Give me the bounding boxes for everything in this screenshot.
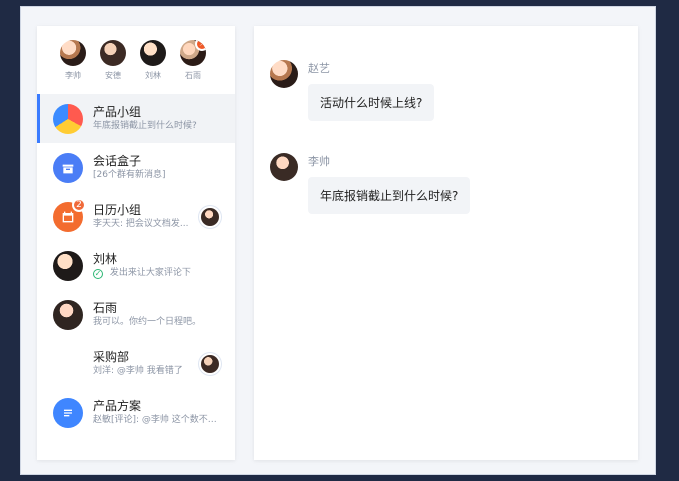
quick-contact-name: 安德 [105,71,121,80]
quick-contact[interactable]: 李帅 [57,40,89,80]
quick-contact[interactable]: 安德 [97,40,129,80]
avatar [270,60,298,88]
conversation-subtitle: [26个群有新消息] [93,170,166,180]
conversation-title: 刘林 [93,252,118,266]
conversation-item[interactable]: 产品小组 年底报销截止到什么时候? [37,94,235,143]
conversation-item[interactable]: 采购部 刘洋: @李帅 我看错了 [37,339,235,388]
conversation-subtitle: 赵敏[评论]: @李帅 这个数不对吧 [93,415,219,425]
quick-contact[interactable]: ⚡ 石雨 [177,40,209,80]
quick-contact-name: 李帅 [65,71,81,80]
right-rail [657,0,679,481]
avatar [140,40,166,66]
avatar [60,40,86,66]
conversation-title: 会话盒子 [93,154,142,168]
conversation-subtitle-text: 发出来让大家评论下 [109,268,191,278]
app-frame: 李帅 安德 刘林 ⚡ 石雨 产品小组 年底报销截止到什么时候? 会话盒子 [26… [20,6,656,475]
conversation-meta: 产品小组 年底报销截止到什么时候? [93,105,219,132]
conversation-subtitle: 李天天: 把会议文档发... [93,219,189,229]
sidebar: 李帅 安德 刘林 ⚡ 石雨 产品小组 年底报销截止到什么时候? 会话盒子 [26… [37,26,235,460]
conversation-title: 产品小组 [93,105,142,119]
document-icon [53,397,83,428]
conversation-meta: 产品方案 赵敏[评论]: @李帅 这个数不对吧 [93,399,219,426]
conversation-subtitle: ✓ 发出来让大家评论下 [93,267,219,279]
conversation-list: 产品小组 年底报销截止到什么时候? 会话盒子 [26个群有新消息] 2 日历小组… [37,94,235,437]
message-bubble: 年底报销截止到什么时候? [308,177,471,214]
conversation-title: 石雨 [93,301,118,315]
conversation-subtitle: 年底报销截止到什么时候? [93,121,197,131]
chat-panel: 赵艺 活动什么时候上线? 李帅 年底报销截止到什么时候? [254,26,638,460]
conversation-title: 日历小组 [93,203,142,217]
mini-avatar [201,207,219,226]
conversation-meta: 石雨 我可以。你约一个日程吧。 [93,301,219,328]
conversation-subtitle: 刘洋: @李帅 我看错了 [93,366,183,376]
chat-message: 李帅 年底报销截止到什么时候? [270,153,471,214]
message-sender: 李帅 [308,155,330,168]
unread-count-badge: 2 [72,197,86,212]
conversation-subtitle: 我可以。你约一个日程吧。 [93,317,202,327]
quick-contacts: 李帅 安德 刘林 ⚡ 石雨 [37,26,235,94]
avatar [100,40,126,66]
conversation-title: 采购部 [93,350,130,364]
conversation-meta: 采购部 刘洋: @李帅 我看错了 [93,350,191,377]
quick-contact[interactable]: 刘林 [137,40,169,80]
lightning-badge: ⚡ [195,40,206,51]
avatar [53,299,83,330]
quick-contact-name: 石雨 [185,71,201,80]
box-icon [53,152,83,183]
avatar [270,153,298,181]
conversation-meta: 刘林 ✓ 发出来让大家评论下 [93,252,219,279]
conversation-item[interactable]: 产品方案 赵敏[评论]: @李帅 这个数不对吧 [37,388,235,437]
conversation-item[interactable]: 会话盒子 [26个群有新消息] [37,143,235,192]
check-icon: ✓ [93,269,103,279]
message-sender: 赵艺 [308,62,330,75]
avatar [53,250,83,281]
quick-contact-name: 刘林 [145,71,161,80]
conversation-meta: 日历小组 李天天: 把会议文档发... [93,203,191,230]
chat-message: 赵艺 活动什么时候上线? [270,60,435,121]
conversation-item[interactable]: 石雨 我可以。你约一个日程吧。 [37,290,235,339]
group-avatar-icon [53,348,83,379]
calendar-icon: 2 [53,197,86,232]
group-avatar-icon [53,103,83,134]
conversation-meta: 会话盒子 [26个群有新消息] [93,154,219,181]
message-content: 赵艺 活动什么时候上线? [308,60,435,121]
message-bubble: 活动什么时候上线? [308,84,435,121]
mini-avatar [201,354,219,373]
conversation-item[interactable]: 刘林 ✓ 发出来让大家评论下 [37,241,235,290]
conversation-title: 产品方案 [93,399,142,413]
message-content: 李帅 年底报销截止到什么时候? [308,153,471,214]
conversation-item[interactable]: 2 日历小组 李天天: 把会议文档发... [37,192,235,241]
avatar: ⚡ [180,40,206,66]
